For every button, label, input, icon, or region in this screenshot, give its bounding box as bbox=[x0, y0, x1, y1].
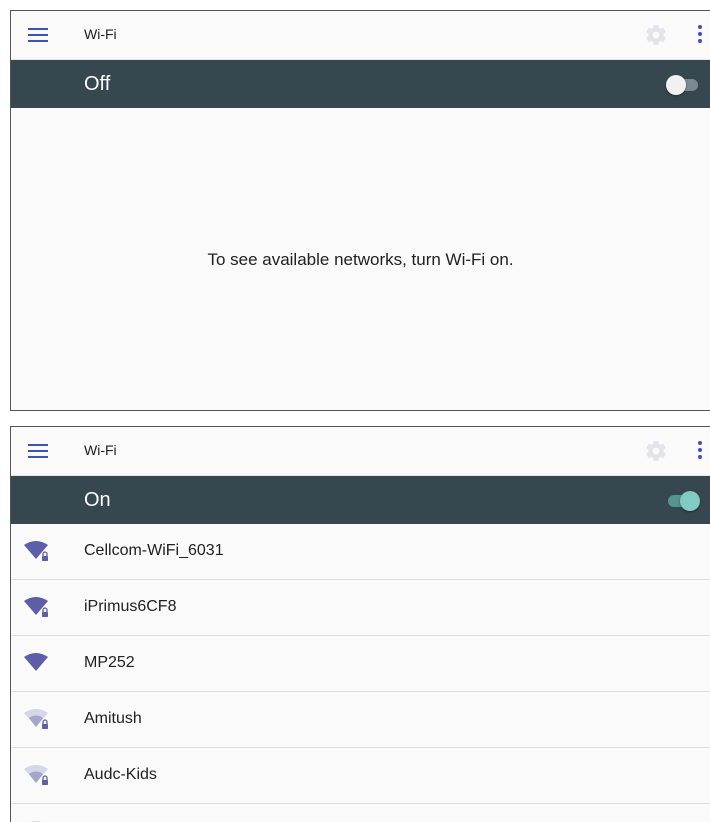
wifi-toggle-switch[interactable] bbox=[666, 73, 700, 95]
network-name: Audc-Kids bbox=[84, 766, 157, 783]
wifi-settings-panel-off: Wi-Fi Off To see available networks, tur… bbox=[10, 10, 710, 411]
toolbar-title: Wi-Fi bbox=[84, 26, 117, 42]
wifi-lock-icon bbox=[24, 541, 48, 561]
network-row[interactable]: Amitush bbox=[11, 692, 710, 748]
switch-thumb bbox=[680, 491, 700, 511]
wifi-status-label: Off bbox=[84, 73, 111, 95]
wifi-icon bbox=[24, 653, 48, 671]
gear-icon[interactable] bbox=[644, 23, 668, 47]
wifi-lock-icon bbox=[24, 765, 48, 785]
wifi-master-bar[interactable]: Off bbox=[11, 60, 710, 108]
network-list: Cellcom-WiFi_6031 iPrimus6CF8 MP252 Amitush… bbox=[11, 524, 710, 822]
hamburger-icon[interactable] bbox=[28, 28, 48, 42]
wifi-master-bar[interactable]: On bbox=[11, 476, 710, 524]
hamburger-icon[interactable] bbox=[28, 444, 48, 458]
gear-icon[interactable] bbox=[644, 439, 668, 463]
toolbar: Wi-Fi bbox=[11, 427, 710, 476]
network-name: iPrimus6CF8 bbox=[84, 598, 177, 615]
wifi-lock-icon bbox=[24, 709, 48, 729]
wifi-toggle-switch[interactable] bbox=[666, 489, 700, 511]
switch-thumb bbox=[666, 75, 686, 95]
network-row[interactable]: iPrimus6CF8 bbox=[11, 580, 710, 636]
empty-state-message: To see available networks, turn Wi-Fi on… bbox=[207, 250, 514, 269]
wifi-settings-panel-on: Wi-Fi On Cellcom-WiFi_6031 iPrimus6CF8 MP2… bbox=[10, 426, 710, 822]
network-row[interactable] bbox=[11, 804, 710, 822]
wifi-lock-icon bbox=[24, 597, 48, 617]
network-name: Cellcom-WiFi_6031 bbox=[84, 542, 224, 559]
network-row[interactable]: Cellcom-WiFi_6031 bbox=[11, 524, 710, 580]
network-row[interactable]: MP252 bbox=[11, 636, 710, 692]
network-row[interactable]: Audc-Kids bbox=[11, 748, 710, 804]
toolbar-title: Wi-Fi bbox=[84, 442, 117, 458]
wifi-status-label: On bbox=[84, 489, 111, 511]
toolbar: Wi-Fi bbox=[11, 11, 710, 60]
network-name: MP252 bbox=[84, 654, 135, 671]
network-name: Amitush bbox=[84, 710, 142, 727]
more-vert-icon[interactable] bbox=[698, 25, 702, 45]
more-vert-icon[interactable] bbox=[698, 441, 702, 461]
